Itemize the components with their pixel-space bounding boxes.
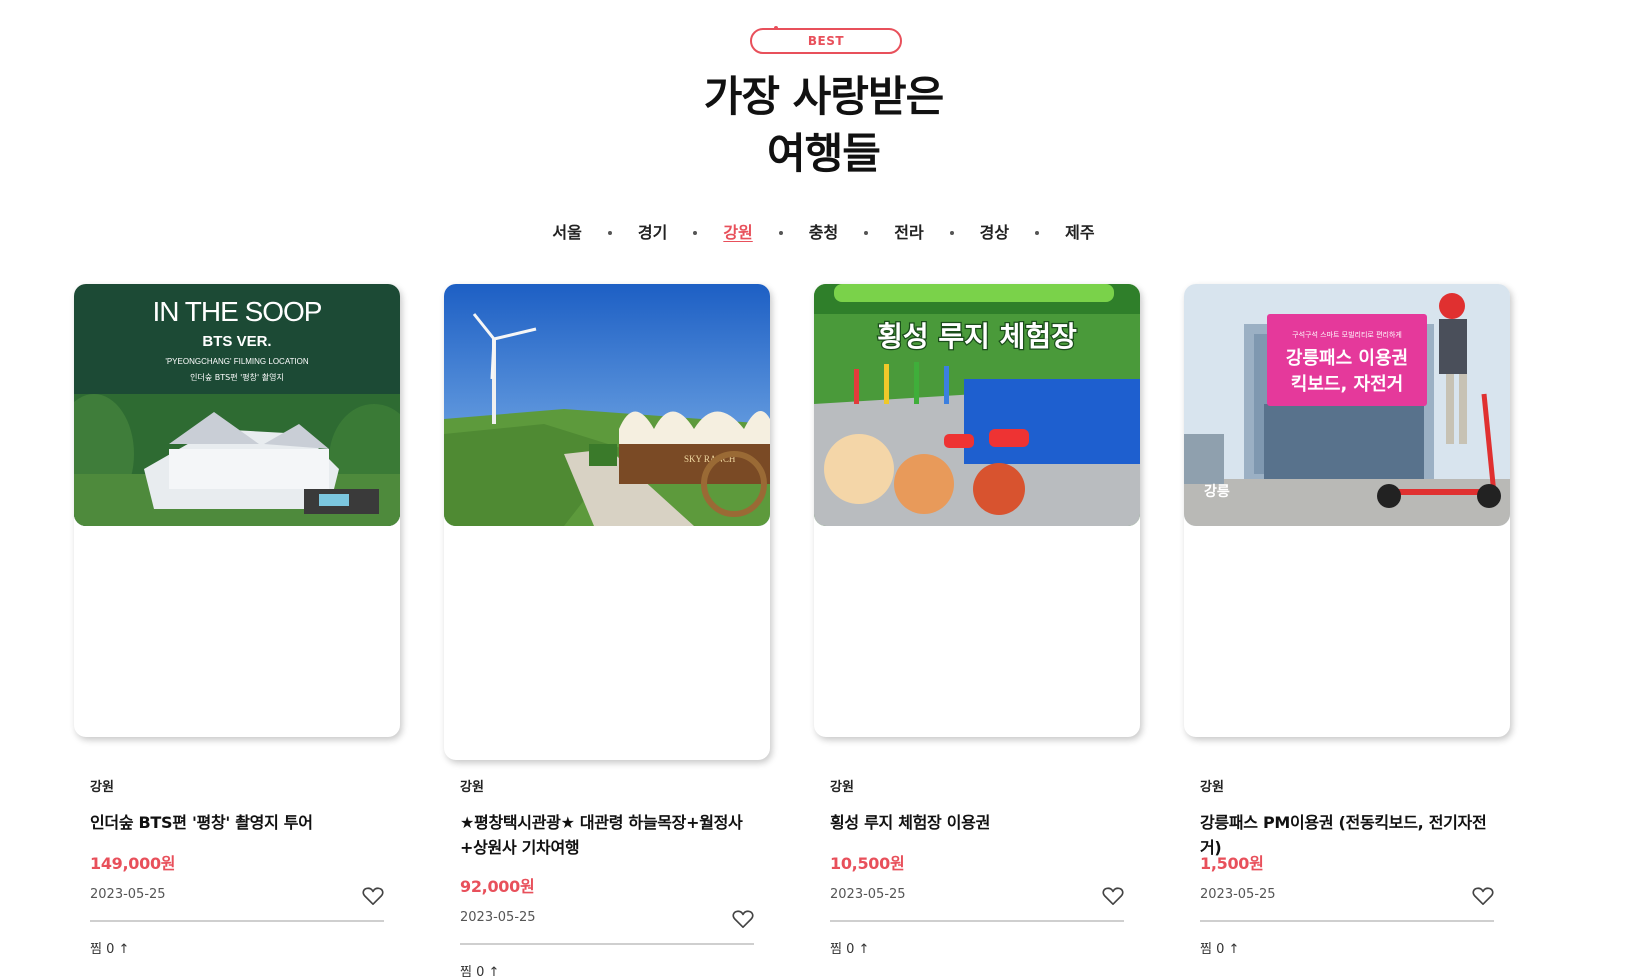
product-card-4[interactable]: 구석구석 스마트 모빌리티로 편리하게 강릉패스 이용권 킥보드, 자전거 강릉… <box>1184 284 1510 957</box>
card-title[interactable]: 인더숲 BTS편 '평창' 촬영지 투어 <box>90 810 390 835</box>
tab-separator <box>607 231 612 235</box>
card-date: 2023-05-25 <box>460 910 536 925</box>
tab-separator <box>949 231 954 235</box>
tab-gyeonggi[interactable]: 경기 <box>638 222 667 244</box>
card-likes: 찜 0 ↑ <box>460 965 500 980</box>
card-date: 2023-05-25 <box>830 887 906 902</box>
card-divider <box>1200 920 1494 922</box>
card-region: 강원 <box>90 780 114 795</box>
card-divider <box>90 920 384 922</box>
product-image[interactable]: 횡성 루지 체험장 <box>814 284 1140 526</box>
badge-dot <box>774 26 778 30</box>
tab-seoul[interactable]: 서울 <box>552 222 581 244</box>
product-card-1[interactable]: IN THE SOOP BTS VER. 'PYEONGCHANG' FILMI… <box>74 284 400 957</box>
card-divider <box>830 920 1124 922</box>
tab-separator <box>693 231 698 235</box>
card-title[interactable]: 횡성 루지 체험장 이용권 <box>830 810 1130 835</box>
image-text-line2: 킥보드, 자전거 <box>1291 374 1403 395</box>
product-card-3[interactable]: 횡성 루지 체험장 강원 횡성 루지 체험장 이용권 10,500원 2023-… <box>814 284 1140 957</box>
card-region: 강원 <box>460 780 484 795</box>
product-image[interactable]: SKY RANCH <box>444 284 770 526</box>
tab-separator <box>778 231 783 235</box>
best-badge: BEST <box>750 26 902 54</box>
card-price: 10,500원 <box>830 854 905 873</box>
card-price: 1,500원 <box>1200 854 1264 873</box>
tab-separator <box>864 231 869 235</box>
tab-separator <box>1035 231 1040 235</box>
image-text-title: 횡성 루지 체험장 <box>877 320 1077 353</box>
card-likes: 찜 0 ↑ <box>1200 942 1240 957</box>
product-image[interactable]: 구석구석 스마트 모빌리티로 편리하게 강릉패스 이용권 킥보드, 자전거 강릉 <box>1184 284 1510 526</box>
card-price: 149,000원 <box>90 854 176 873</box>
image-text-title: IN THE SOOP <box>153 296 322 327</box>
section-title-line1: 가장 사랑받은 <box>703 72 944 121</box>
card-divider <box>460 943 754 945</box>
section-title-line2: 여행들 <box>767 129 881 178</box>
heart-icon[interactable] <box>732 909 754 929</box>
product-card-2[interactable]: SKY RANCH 강원 ★평창택시관광★ 대관령 하늘목장+월정사+상원사 기… <box>444 284 770 980</box>
image-text-korean: 인더숲 BTS편 '평창' 촬영지 <box>190 372 284 382</box>
card-price: 92,000원 <box>460 877 535 896</box>
tab-jeolla[interactable]: 전라 <box>894 222 923 244</box>
card-likes: 찜 0 ↑ <box>830 942 870 957</box>
card-likes: 찜 0 ↑ <box>90 942 130 957</box>
image-text-sub: BTS VER. <box>202 333 271 350</box>
region-tabs: 서울 경기 강원 충청 전라 경상 제주 <box>0 222 1647 244</box>
tab-jeju[interactable]: 제주 <box>1065 222 1094 244</box>
image-text-location: 'PYEONGCHANG' FILMING LOCATION <box>165 357 309 366</box>
product-image[interactable]: IN THE SOOP BTS VER. 'PYEONGCHANG' FILMI… <box>74 284 400 526</box>
image-text-logo: 강릉 <box>1204 483 1230 500</box>
tab-gyeongsang[interactable]: 경상 <box>980 222 1009 244</box>
card-date: 2023-05-25 <box>1200 887 1276 902</box>
card-region: 강원 <box>1200 780 1224 795</box>
card-title[interactable]: ★평창택시관광★ 대관령 하늘목장+월정사+상원사 기차여행 <box>460 810 760 860</box>
badge-label: BEST <box>807 34 845 48</box>
image-text-line1: 강릉패스 이용권 <box>1286 348 1408 369</box>
card-date: 2023-05-25 <box>90 887 166 902</box>
image-text-small: 구석구석 스마트 모빌리티로 편리하게 <box>1292 330 1402 339</box>
heart-icon[interactable] <box>362 886 384 906</box>
card-region: 강원 <box>830 780 854 795</box>
heart-icon[interactable] <box>1472 886 1494 906</box>
tab-gangwon[interactable]: 강원 <box>723 222 752 244</box>
heart-icon[interactable] <box>1102 886 1124 906</box>
tab-chungcheong[interactable]: 충청 <box>809 222 838 244</box>
